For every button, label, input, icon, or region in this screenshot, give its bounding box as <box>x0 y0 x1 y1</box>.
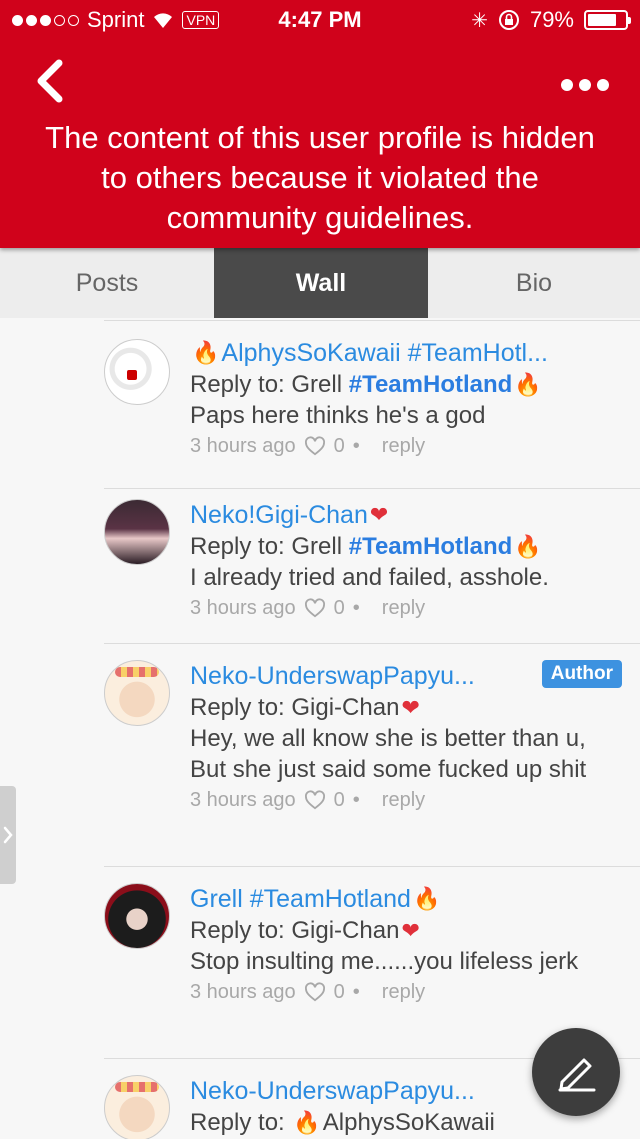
comment-meta: 3 hours ago 0 • reply <box>190 785 622 815</box>
fire-icon: 🔥 <box>293 1110 321 1135</box>
comment-author[interactable]: 🔥 AlphysSoKawaii #TeamHotl... <box>190 337 622 369</box>
avatar[interactable] <box>104 660 170 726</box>
pencil-icon <box>558 1058 596 1092</box>
heart-outline-icon[interactable] <box>304 790 326 810</box>
comment-item: Neko!Gigi-Chan ❤ Reply to: Grell #TeamHo… <box>104 488 640 641</box>
battery-percent: 79% <box>529 7 574 32</box>
comment-item: Grell #TeamHotland 🔥 Reply to: Gigi-Chan… <box>104 866 640 1057</box>
avatar[interactable] <box>104 499 170 565</box>
reply-to-line: Reply to: Grell #TeamHotland🔥 <box>190 371 542 398</box>
more-dots-icon <box>561 79 573 91</box>
avatar[interactable] <box>104 883 170 949</box>
reply-to-line: Reply to: Gigi-Chan❤ <box>190 694 420 721</box>
rotation-lock-icon <box>498 10 519 30</box>
chevron-left-icon <box>37 59 63 103</box>
tab-wall[interactable]: Wall <box>214 248 428 318</box>
like-count: 0 <box>333 789 345 811</box>
hashtag-link[interactable]: #TeamHotland <box>349 371 513 398</box>
separator-dot: • <box>352 981 360 1003</box>
compose-button[interactable] <box>532 1028 620 1116</box>
side-drawer-handle[interactable] <box>0 786 16 884</box>
fire-icon: 🔥 <box>514 534 542 559</box>
status-bar: Sprint VPN 4:47 PM ✳ 79% <box>0 0 640 40</box>
reply-to-line: Reply to: Gigi-Chan❤ <box>190 917 420 944</box>
reply-link[interactable]: reply <box>382 785 425 815</box>
comment-text: I already tried and failed, asshole. <box>190 564 549 591</box>
comment-meta: 3 hours ago 0 • reply <box>190 593 622 623</box>
avatar[interactable] <box>104 339 170 405</box>
comment-author[interactable]: Neko!Gigi-Chan ❤ <box>190 499 622 531</box>
comment-time: 3 hours ago <box>190 597 296 619</box>
comment-text: Stop insulting me......you lifeless jerk <box>190 948 579 975</box>
chevron-right-icon <box>3 826 13 844</box>
fire-icon: 🔥 <box>514 372 542 397</box>
heart-icon: ❤ <box>401 695 420 720</box>
reply-link[interactable]: reply <box>382 431 425 461</box>
hidden-profile-notice: The content of this user profile is hidd… <box>45 120 595 235</box>
comment-item: Neko-UnderswapPapyu... Author Reply to: … <box>104 643 640 866</box>
activity-icon: ✳ <box>471 9 488 32</box>
author-badge: Author <box>541 660 622 688</box>
more-options-button[interactable] <box>552 70 618 100</box>
fire-icon: 🔥 <box>192 340 220 365</box>
comment-time: 3 hours ago <box>190 789 296 811</box>
heart-icon: ❤ <box>401 918 420 943</box>
reply-link[interactable]: reply <box>382 977 425 1007</box>
fire-icon: 🔥 <box>412 886 441 911</box>
like-count: 0 <box>333 981 345 1003</box>
comment-text: Hey, we all know she is better than u, B… <box>190 725 587 783</box>
separator-dot: • <box>352 435 360 457</box>
back-button[interactable] <box>28 56 72 106</box>
tab-posts[interactable]: Posts <box>0 248 214 318</box>
comment-meta: 3 hours ago 0 • reply <box>190 977 622 1007</box>
comment-author[interactable]: Grell #TeamHotland 🔥 <box>190 883 622 915</box>
avatar[interactable] <box>104 1075 170 1139</box>
profile-tabs: Posts Wall Bio <box>0 248 640 318</box>
tab-bio[interactable]: Bio <box>428 248 640 318</box>
like-count: 0 <box>333 597 345 619</box>
heart-icon: ❤ <box>369 502 389 527</box>
comment-item: 🔥 AlphysSoKawaii #TeamHotl... Reply to: … <box>104 320 640 481</box>
comment-time: 3 hours ago <box>190 981 296 1003</box>
heart-outline-icon[interactable] <box>304 436 326 456</box>
comment-meta: 3 hours ago 0 • reply <box>190 431 622 461</box>
comment-time: 3 hours ago <box>190 435 296 457</box>
heart-outline-icon[interactable] <box>304 982 326 1002</box>
reply-to-line: Reply to: Grell #TeamHotland🔥 <box>190 533 542 560</box>
separator-dot: • <box>352 789 360 811</box>
heart-outline-icon[interactable] <box>304 598 326 618</box>
like-count: 0 <box>333 435 345 457</box>
reply-link[interactable]: reply <box>382 593 425 623</box>
battery-icon <box>584 10 631 30</box>
comment-text: Paps here thinks he's a god <box>190 402 486 429</box>
hashtag-link[interactable]: #TeamHotland <box>349 533 513 560</box>
separator-dot: • <box>352 597 360 619</box>
profile-header: Sprint VPN 4:47 PM ✳ 79% The content of … <box>0 0 640 248</box>
